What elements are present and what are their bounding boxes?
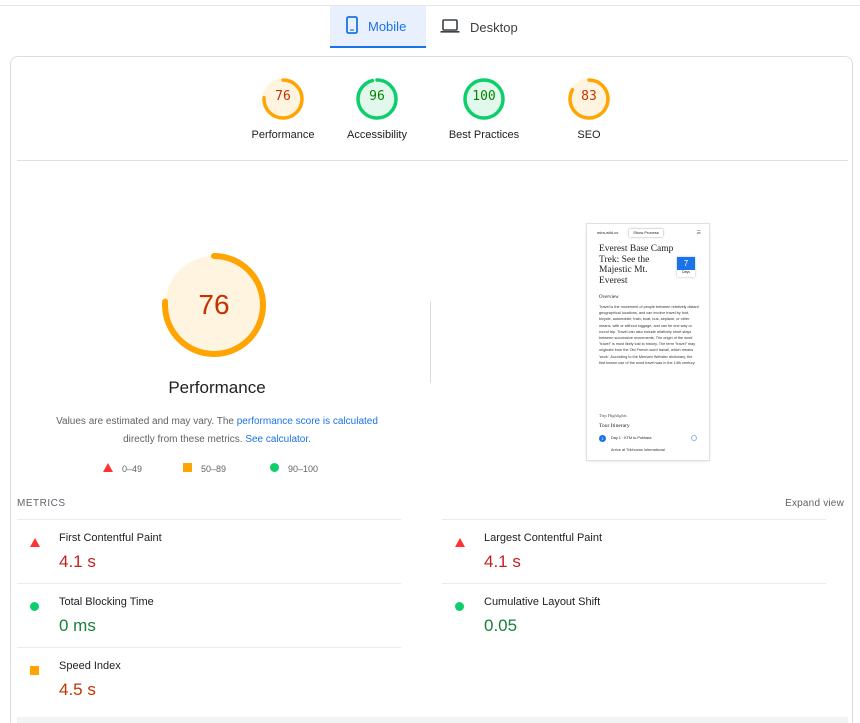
legend-average: 50–89 (183, 463, 226, 474)
gauge-seo-label: SEO (577, 129, 601, 141)
metrics-heading: METRICS (17, 498, 66, 509)
performance-title: Performance (168, 378, 266, 397)
metric-value: 4.5 s (59, 680, 96, 699)
tab-mobile[interactable]: Mobile (330, 6, 426, 48)
hamburger-menu-icon: ☰ (696, 231, 701, 236)
metric-first-contentful-paint: First Contentful Paint 4.1 s (17, 519, 401, 583)
legend-fail: 0–49 (103, 463, 142, 474)
bottom-strip (17, 717, 848, 723)
expand-circle-icon (691, 435, 697, 441)
red-triangle-icon (103, 463, 113, 474)
gauge-seo-score: 83 (581, 89, 597, 104)
metric-total-blocking-time: Total Blocking Time 0 ms (17, 583, 401, 647)
gauges-divider (17, 160, 848, 161)
performance-score: 76 (198, 289, 230, 320)
metric-label: Cumulative Layout Shift (484, 596, 601, 608)
device-tabs: Mobile Desktop (0, 6, 860, 48)
metric-label: First Contentful Paint (59, 532, 162, 544)
screenshot-day-label: Day 1 : KTM to Pokhara (611, 436, 652, 440)
screenshot-site-name: mira-wild.co (597, 230, 619, 235)
screenshot-highlights: Trip Highlights (599, 413, 627, 418)
tab-mobile-label: Mobile (368, 18, 407, 34)
screenshot-body-text: Travel is the movement of people between… (599, 305, 699, 365)
metric-value: 4.1 s (484, 552, 521, 571)
screenshot-days-label: Days (682, 270, 690, 274)
gauge-accessibility[interactable]: 96 Accessibility (322, 77, 432, 141)
screenshot-days-number: 7 (677, 257, 695, 270)
green-circle-icon (270, 463, 279, 474)
metric-label: Speed Index (59, 660, 121, 672)
gauge-seo[interactable]: 83 SEO (534, 77, 644, 141)
red-triangle-icon (30, 534, 40, 547)
metric-cumulative-layout-shift: Cumulative Layout Shift 0.05 (442, 583, 826, 647)
legend-fail-range: 0–49 (122, 463, 143, 474)
metric-label: Total Blocking Time (59, 596, 154, 608)
performance-score-link[interactable]: performance score is calculated (237, 416, 378, 427)
metrics-header: METRICS Expand view (17, 498, 844, 512)
green-circle-icon (455, 598, 465, 611)
orange-square-icon (183, 463, 192, 474)
gauge-best-practices-score: 100 (472, 89, 496, 104)
metric-speed-index: Speed Index 4.5 s (17, 647, 401, 711)
metric-largest-contentful-paint: Largest Contentful Paint 4.1 s (442, 519, 826, 583)
orange-square-icon (30, 662, 40, 675)
see-calculator-link[interactable]: See calculator. (245, 434, 311, 445)
screenshot-show-process: Show Process (629, 229, 663, 237)
gauge-best-practices[interactable]: 100 Best Practices (429, 77, 539, 141)
legend-pass: 90–100 (270, 463, 318, 474)
metric-value: 0.05 (484, 616, 518, 635)
phone-icon (346, 15, 358, 37)
performance-desc-text-1: Values are estimated and may vary. The (56, 416, 237, 427)
screenshot-days-badge: 7 Days (677, 257, 695, 277)
screenshot-itinerary: Tour Itinerary (599, 423, 630, 429)
green-circle-icon (30, 598, 40, 611)
report-card: 76 Performance 96 Accessibility 100 Best… (10, 56, 853, 723)
legend-average-range: 50–89 (201, 463, 227, 474)
metric-value: 0 ms (59, 616, 96, 635)
metric-value: 4.1 s (59, 552, 96, 571)
screenshot-title: Everest Base Camp Trek: See the Majestic… (599, 244, 674, 286)
vertical-divider (430, 301, 431, 383)
expand-view-toggle[interactable]: Expand view (785, 498, 844, 509)
red-triangle-icon (455, 534, 465, 547)
gauge-accessibility-label: Accessibility (347, 129, 407, 141)
category-gauges: 76 Performance 96 Accessibility 100 Best… (11, 77, 854, 157)
score-legend: 0–49 50–89 90–100 (103, 463, 343, 477)
screenshot-arrive-text: Arrive at Tribhuvan International (611, 448, 665, 452)
screenshot-overview: Overview (599, 295, 619, 300)
tab-desktop[interactable]: Desktop (438, 6, 538, 48)
gauge-best-practices-label: Best Practices (448, 129, 520, 141)
performance-description: Values are estimated and may vary. The p… (39, 413, 395, 449)
screenshot-day-row: 1 Day 1 : KTM to Pokhara (599, 434, 699, 442)
screenshot-day-number: 1 (599, 434, 606, 442)
tab-desktop-label: Desktop (470, 19, 518, 35)
laptop-icon (440, 18, 460, 36)
legend-pass-range: 90–100 (288, 463, 319, 474)
metric-label: Largest Contentful Paint (484, 532, 603, 544)
gauge-accessibility-score: 96 (369, 89, 385, 104)
performance-desc-text-2: directly from these metrics. (123, 434, 246, 445)
performance-gauge: 76 (159, 250, 269, 360)
page-screenshot[interactable]: mira-wild.co Show Process ☰ Everest Base… (587, 224, 709, 460)
